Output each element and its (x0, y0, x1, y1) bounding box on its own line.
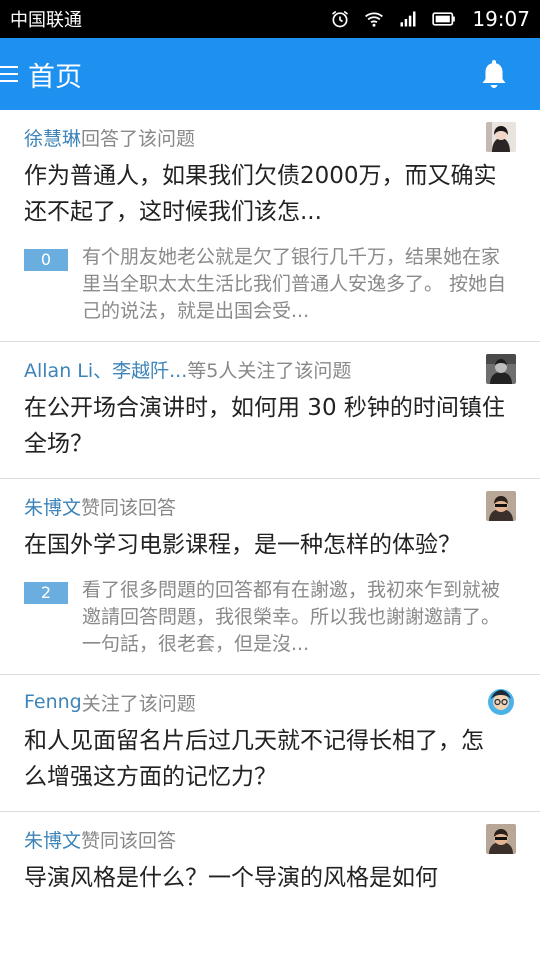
question-title[interactable]: 在公开场合演讲时，如何用 30 秒钟的时间镇住全场？ (24, 390, 516, 462)
question-title[interactable]: 导演风格是什么？一个导演的风格是如何 (24, 860, 516, 896)
action-text: 等5人关注了该问题 (187, 359, 352, 382)
actor-link[interactable]: Fenng (24, 691, 82, 713)
feed-item-meta: Fenng 关注了该问题 (24, 687, 516, 717)
avatar[interactable] (486, 354, 516, 384)
answer-excerpt: 看了很多問題的回答都有在謝邀，我初來乍到就被邀請回答問題，我很榮幸。所以我也謝謝… (82, 579, 501, 655)
carrier-name: 中国联通 (10, 10, 82, 31)
question-title[interactable]: 在国外学习电影课程，是一种怎样的体验？ (24, 527, 516, 563)
menu-icon[interactable] (0, 63, 20, 85)
feed-item[interactable]: 徐慧琳 回答了该问题 作为普通人，如果我们欠债2000万，而又确实还不起了，这时… (0, 110, 540, 342)
battery-icon (432, 12, 456, 26)
notification-bell-icon[interactable] (478, 57, 510, 91)
feed-item-meta: 朱博文 赞同该回答 (24, 824, 516, 854)
avatar[interactable] (486, 491, 516, 521)
alarm-icon (332, 10, 349, 28)
feed-item[interactable]: 朱博文 赞同该回答 在国外学习电影课程，是一种怎样的体验？ 2 看了很多問題的回… (0, 479, 540, 675)
actor-link[interactable]: 徐慧琳 (24, 124, 81, 151)
feed-item[interactable]: 朱博文 赞同该回答 导演风格是什么？一个导演的风格是如何 (0, 812, 540, 912)
feed-item[interactable]: Fenng 关注了该问题 和人见面留名片后过几天就不记得长相了，怎么增强这方面的… (0, 675, 540, 812)
actor-link[interactable]: 朱博文 (24, 493, 81, 520)
answer-excerpt: 有个朋友她老公就是欠了银行几千万，结果她在家里当全职太太生活比我们普通人安逸多了… (82, 246, 507, 322)
avatar[interactable] (486, 824, 516, 854)
vote-count-badge: 0 (24, 249, 68, 271)
feed-item-meta: Allan Li、李越阡... 等5人关注了该问题 (24, 354, 516, 384)
action-text: 赞同该回答 (81, 496, 177, 519)
feed-item[interactable]: Allan Li、李越阡... 等5人关注了该问题 在公开场合演讲时，如何用 3… (0, 342, 540, 479)
status-bar: 中国联通 19:07 (0, 0, 540, 38)
action-text: 回答了该问题 (81, 127, 196, 150)
signal-icon (400, 11, 416, 27)
avatar[interactable] (486, 122, 516, 152)
actor-link[interactable]: Allan Li、李越阡... (24, 356, 187, 383)
question-title[interactable]: 作为普通人，如果我们欠债2000万，而又确实还不起了，这时候我们该怎... (24, 158, 516, 230)
action-text: 关注了该问题 (81, 692, 196, 715)
clock-time: 19:07 (472, 7, 530, 31)
vote-count-badge: 2 (24, 582, 68, 604)
action-text: 赞同该回答 (81, 829, 177, 852)
feed-list: 徐慧琳 回答了该问题 作为普通人，如果我们欠债2000万，而又确实还不起了，这时… (0, 110, 540, 912)
feed-item-meta: 徐慧琳 回答了该问题 (24, 122, 516, 152)
page-title: 首页 (28, 61, 82, 93)
wifi-icon (365, 12, 384, 27)
app-bar: 首页 (0, 38, 540, 110)
feed-item-meta: 朱博文 赞同该回答 (24, 491, 516, 521)
actor-link[interactable]: 朱博文 (24, 826, 81, 853)
answer-preview[interactable]: 0 有个朋友她老公就是欠了银行几千万，结果她在家里当全职太太生活比我们普通人安逸… (24, 244, 516, 325)
avatar[interactable] (486, 687, 516, 717)
question-title[interactable]: 和人见面留名片后过几天就不记得长相了，怎么增强这方面的记忆力？ (24, 723, 516, 795)
answer-preview[interactable]: 2 看了很多問題的回答都有在謝邀，我初來乍到就被邀請回答問題，我很榮幸。所以我也… (24, 577, 516, 658)
